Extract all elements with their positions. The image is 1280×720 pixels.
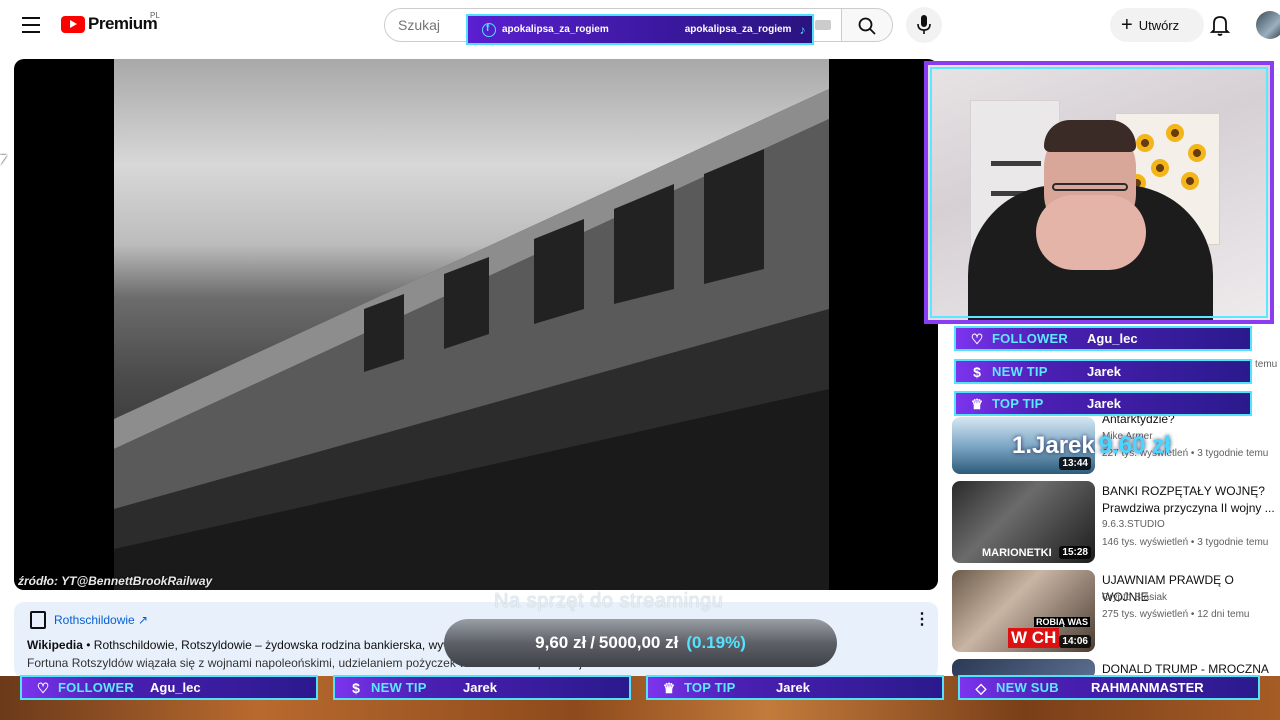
video-duration: 14:06: [1059, 635, 1091, 648]
thumbnail-caption: ROBIĄ WAS: [1034, 617, 1091, 627]
social-handles-banner: apokalipsa_za_rogiem apokalipsa_za_rogie…: [466, 14, 814, 45]
alert-top-tip: ♛ TOP TIP Jarek: [646, 675, 944, 700]
alert-label: NEW SUB: [996, 680, 1059, 695]
alert-label: FOLLOWER: [992, 331, 1068, 346]
create-button[interactable]: + Utwórz: [1110, 8, 1204, 42]
tiktok-icon: ♪: [799, 22, 806, 37]
alert-new-tip: $ NEW TIP Jarek: [954, 359, 1252, 384]
top-bar: Premium PL apokalipsa_za_rogiem apokalip…: [0, 0, 1280, 50]
goal-target: 5000,00 zł: [598, 633, 679, 652]
webcam-inner-frame: [930, 67, 1268, 318]
more-options-icon[interactable]: ⋮: [914, 612, 930, 628]
create-label: Utwórz: [1138, 17, 1180, 33]
alert-name: Jarek: [463, 680, 497, 695]
dollar-icon: $: [973, 363, 981, 380]
train-image: [114, 89, 829, 590]
donation-goal-caption: Na sprzęt do streamingu: [494, 590, 724, 612]
alert-name: Jarek: [1087, 396, 1121, 411]
notifications-button[interactable]: [1205, 10, 1235, 40]
tip-name: 1.Jarek: [1012, 432, 1095, 459]
info-panel-title-link[interactable]: Rothschildowie ↗: [54, 613, 148, 627]
tip-amount: 9.60 zł: [1098, 432, 1171, 459]
region-code: PL: [150, 11, 160, 20]
alert-name: Jarek: [776, 680, 810, 695]
article-icon: [30, 611, 46, 629]
logo-text: Premium: [88, 14, 158, 33]
keyboard-icon[interactable]: [815, 20, 831, 30]
alert-follower: ♡ FOLLOWER Agu_lec: [954, 326, 1252, 351]
recommendation-meta: 275 tys. wyświetleń • 12 dni temu: [1102, 609, 1250, 620]
recommendation-channel[interactable]: Crypto Stasiak: [1102, 592, 1167, 603]
alert-new-tip: $ NEW TIP Jarek: [333, 675, 631, 700]
recommendation-meta: 146 tys. wyświetleń • 3 tygodnie temu: [1102, 537, 1269, 548]
menu-icon[interactable]: [20, 14, 42, 36]
youtube-premium-logo[interactable]: Premium: [61, 14, 158, 34]
video-player[interactable]: źródło: YT@BennettBrookRailway: [14, 59, 938, 590]
goal-current: 9,60 zł: [535, 633, 587, 652]
search-button[interactable]: [841, 8, 893, 42]
video-duration: 15:28: [1059, 546, 1091, 559]
heart-icon: ♡: [970, 330, 984, 347]
plus-icon: +: [1121, 14, 1133, 36]
webcam-overlay: [924, 61, 1274, 324]
diamond-icon: ◇: [975, 679, 987, 696]
alert-label: NEW TIP: [992, 364, 1048, 379]
alert-label: FOLLOWER: [58, 680, 134, 695]
search-icon: [858, 17, 876, 35]
thumbnail-caption: MARIONETKI: [982, 547, 1052, 559]
goal-separator: /: [590, 633, 595, 652]
alert-label: TOP TIP: [992, 396, 1044, 411]
youtube-play-icon: [61, 15, 85, 33]
goal-percent: (0.19%): [686, 633, 746, 652]
mouse-cursor-icon: [0, 155, 7, 165]
alert-follower: ♡ FOLLOWER Agu_lec: [20, 675, 318, 700]
recommendation-title[interactable]: BANKI ROZPĘTAŁY WOJNĘ? Prawdziwa przyczy…: [1102, 483, 1277, 517]
recommendation-channel[interactable]: 9.6.3.STUDIO: [1102, 519, 1165, 530]
crown-icon: ♛: [970, 395, 984, 412]
recommendation-thumbnail[interactable]: MARIONETKI 15:28: [952, 481, 1095, 563]
thumbnail-caption: W CH: [1008, 628, 1060, 648]
bell-icon: [1209, 16, 1231, 36]
alert-label: TOP TIP: [684, 680, 736, 695]
alert-name: Agu_lec: [1087, 331, 1138, 346]
alert-label: NEW TIP: [371, 680, 427, 695]
alert-new-sub: ◇ NEW SUB RAHMANMASTER: [958, 675, 1260, 700]
alert-top-tip: ♛ TOP TIP Jarek: [954, 391, 1252, 416]
alert-name: RAHMANMASTER: [1091, 680, 1204, 695]
info-source[interactable]: Wikipedia: [27, 638, 83, 652]
crown-icon: ♛: [662, 679, 676, 696]
recommendation-item[interactable]: ROBIĄ WAS W CH 14:06 UJAWNIAM PRAWDĘ O W…: [952, 570, 1280, 652]
facebook-icon: [482, 22, 496, 37]
tip-overlay: 1.Jarek 9.60 zł: [1012, 432, 1171, 460]
dollar-icon: $: [352, 679, 360, 696]
alert-name: Agu_lec: [150, 680, 201, 695]
avatar[interactable]: [1256, 11, 1280, 39]
partial-recommendation-meta: temu: [1255, 359, 1278, 370]
tiktok-handle: apokalipsa_za_rogiem: [684, 24, 792, 35]
recommendation-item[interactable]: MARIONETKI 15:28 BANKI ROZPĘTAŁY WOJNĘ? …: [952, 481, 1280, 563]
video-source-credit: źródło: YT@BennettBrookRailway: [18, 574, 213, 588]
donation-goal-bar: 9,60 zł / 5000,00 zł (0.19%): [444, 619, 837, 667]
heart-icon: ♡: [36, 679, 50, 696]
voice-search-button[interactable]: [906, 7, 942, 43]
alert-name: Jarek: [1087, 364, 1121, 379]
facebook-handle: apokalipsa_za_rogiem: [502, 24, 609, 35]
recommendation-thumbnail[interactable]: ROBIĄ WAS W CH 14:06: [952, 570, 1095, 652]
microphone-icon: [917, 15, 931, 34]
